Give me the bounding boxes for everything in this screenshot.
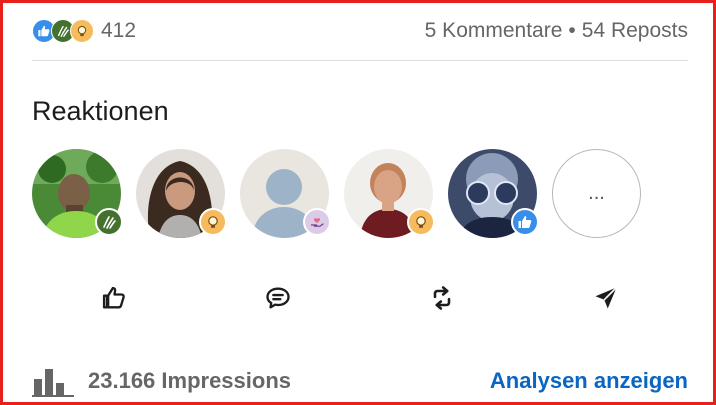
social-counts-bar: 412 5 Kommentare • 54 Reposts [32, 14, 688, 48]
view-analytics-link[interactable]: Analysen anzeigen [490, 368, 688, 394]
like-reaction-icon [511, 208, 539, 236]
user-avatar-2[interactable] [136, 149, 227, 238]
repost-button[interactable] [417, 276, 467, 320]
celebrate-reaction-icon [95, 208, 123, 236]
insight-reaction-icon [70, 19, 94, 43]
comment-icon [266, 287, 290, 309]
like-icon [102, 286, 125, 309]
engagement-stats: 5 Kommentare • 54 Reposts [425, 19, 688, 43]
reposts-count-link[interactable]: 54 Reposts [582, 19, 688, 43]
send-button[interactable] [581, 276, 631, 320]
repost-icon [433, 286, 451, 310]
user-avatar-1[interactable] [32, 149, 123, 238]
reaction-count[interactable]: 412 [101, 19, 136, 43]
reaction-summary[interactable]: 412 [32, 19, 136, 43]
user-avatar-3[interactable] [240, 149, 331, 238]
send-icon [595, 286, 618, 309]
like-button[interactable] [89, 276, 139, 320]
divider [32, 60, 688, 61]
reactor-avatars: ... [32, 149, 641, 238]
insight-reaction-icon [199, 208, 227, 236]
analytics-bar-chart-icon [32, 369, 74, 397]
reactions-title: Reaktionen [32, 96, 169, 126]
impressions-summary: 23.166 Impressions [32, 365, 291, 397]
comment-button[interactable] [253, 276, 303, 320]
support-reaction-icon [303, 208, 331, 236]
insight-reaction-icon [407, 208, 435, 236]
post-footer: 23.166 Impressions Analysen anzeigen [32, 362, 688, 400]
more-label: ... [588, 182, 605, 204]
post-action-bar [32, 276, 688, 320]
user-avatar-4[interactable] [344, 149, 435, 238]
comments-count-link[interactable]: 5 Kommentare [425, 19, 563, 43]
separator-dot: • [568, 19, 576, 42]
impressions-count: 23.166 Impressions [88, 368, 292, 393]
user-avatar-5[interactable] [448, 149, 539, 238]
more-reactors-button[interactable]: ... [552, 149, 641, 238]
